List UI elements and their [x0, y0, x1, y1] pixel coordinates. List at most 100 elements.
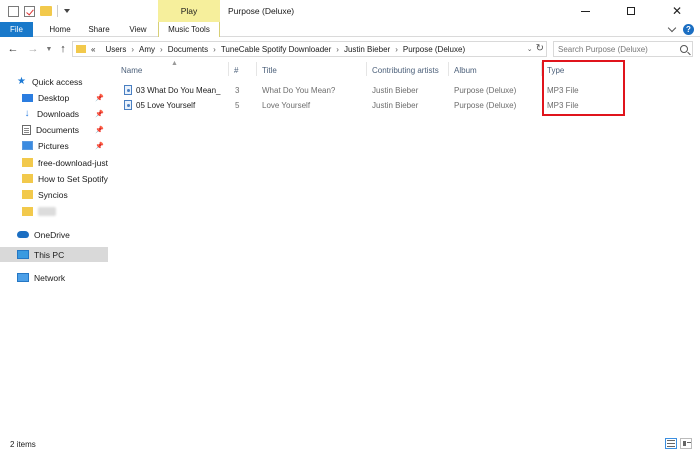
- close-button[interactable]: ✕: [654, 0, 700, 22]
- breadcrumb-tunecable[interactable]: TuneCable Spotify Downloader: [221, 45, 331, 54]
- play-contextual-tab[interactable]: Play: [158, 0, 220, 22]
- sidebar-item-this-pc[interactable]: This PC: [0, 247, 108, 262]
- column-header-number[interactable]: #: [234, 66, 238, 75]
- ribbon-tabs: File Home Share View Music Tools ?: [0, 22, 700, 37]
- breadcrumb-documents[interactable]: Documents: [168, 45, 208, 54]
- tab-view[interactable]: View: [124, 22, 152, 37]
- view-switcher: [665, 438, 692, 449]
- checkmark-icon[interactable]: [24, 5, 35, 17]
- up-arrow-icon[interactable]: ↑: [56, 41, 70, 57]
- column-divider[interactable]: [448, 62, 449, 76]
- new-folder-icon[interactable]: [40, 6, 52, 16]
- column-header-name[interactable]: Name: [121, 66, 142, 75]
- desktop-icon: [22, 93, 33, 102]
- pin-icon[interactable]: 📌: [95, 110, 104, 118]
- sidebar-item-documents[interactable]: Documents 📌: [22, 122, 108, 137]
- breadcrumb-separator: ›: [131, 44, 135, 54]
- close-icon: ✕: [671, 4, 683, 18]
- pin-icon[interactable]: 📌: [95, 142, 104, 150]
- column-header-album[interactable]: Album: [454, 66, 477, 75]
- window-title: Purpose (Deluxe): [228, 6, 295, 16]
- breadcrumb: « Users › Amy › Documents › TuneCable Sp…: [91, 45, 465, 54]
- title-bar: Play Purpose (Deluxe) ✕: [0, 0, 700, 22]
- folder-icon: [22, 174, 33, 183]
- search-input[interactable]: Search Purpose (Deluxe): [553, 41, 693, 57]
- back-arrow-icon[interactable]: ←: [6, 41, 20, 57]
- breadcrumb-users[interactable]: Users: [105, 45, 126, 54]
- sidebar-item-label: Downloads: [37, 108, 80, 119]
- sidebar-item-label: Desktop: [38, 92, 70, 103]
- table-row-name[interactable]: 05 Love Yourself: [124, 100, 195, 110]
- document-icon: [22, 124, 31, 135]
- sidebar-item-onedrive[interactable]: OneDrive: [17, 227, 108, 242]
- address-bar-controls: ⌄ ↻: [527, 43, 544, 54]
- address-history-chevron-icon[interactable]: ⌄: [527, 45, 533, 53]
- tab-home[interactable]: Home: [44, 22, 76, 37]
- breadcrumb-separator: ›: [160, 44, 163, 54]
- recent-locations-chevron-icon[interactable]: ▼: [42, 41, 56, 57]
- refresh-icon[interactable]: ↻: [536, 43, 544, 54]
- track-album: Purpose (Deluxe): [454, 101, 517, 110]
- sidebar-item-label: Network: [34, 272, 66, 283]
- blurred-folder-name: [38, 207, 56, 216]
- tab-share[interactable]: Share: [84, 22, 114, 37]
- help-icon[interactable]: ?: [683, 24, 694, 35]
- sidebar-item-label: free-download-just: [38, 157, 108, 168]
- forward-arrow-icon[interactable]: →: [26, 41, 40, 57]
- sidebar-item-label: Syncios: [38, 189, 68, 200]
- track-album: Purpose (Deluxe): [454, 86, 517, 95]
- pc-icon: [17, 250, 29, 259]
- breadcrumb-overflow[interactable]: «: [91, 45, 95, 54]
- customize-toolbar-chevron-icon[interactable]: [63, 7, 71, 15]
- details-view-icon[interactable]: [665, 438, 677, 449]
- expand-ribbon-chevron-icon[interactable]: [667, 23, 677, 33]
- minimize-button[interactable]: [562, 0, 608, 22]
- search-icon: [680, 45, 688, 53]
- navigation-bar: ← → ▼ ↑ « Users › Amy › Documents › Tune…: [0, 38, 700, 60]
- table-row-name[interactable]: 03 What Do You Mean_: [124, 85, 221, 95]
- toolbar-divider: [57, 5, 58, 17]
- sidebar-item-free-download[interactable]: free-download-just: [22, 155, 108, 170]
- search-placeholder: Search Purpose (Deluxe): [558, 44, 648, 54]
- tab-music-tools[interactable]: Music Tools: [158, 22, 220, 37]
- track-title: What Do You Mean?: [262, 86, 336, 95]
- download-icon: ↓: [24, 107, 30, 119]
- column-divider[interactable]: [366, 62, 367, 76]
- column-divider[interactable]: [228, 62, 229, 76]
- pin-icon[interactable]: 📌: [95, 94, 104, 102]
- breadcrumb-separator: ›: [213, 44, 216, 54]
- tab-file[interactable]: File: [0, 22, 33, 37]
- sidebar-item-pictures[interactable]: Pictures 📌: [22, 138, 108, 153]
- minimize-icon: [580, 10, 590, 12]
- column-header-contributing-artists[interactable]: Contributing artists: [372, 66, 439, 75]
- pin-icon[interactable]: 📌: [95, 126, 104, 134]
- sidebar-item-syncios[interactable]: Syncios: [22, 187, 108, 202]
- folder-icon: [76, 45, 86, 53]
- column-header-title[interactable]: Title: [262, 66, 277, 75]
- address-bar[interactable]: « Users › Amy › Documents › TuneCable Sp…: [72, 41, 547, 57]
- pictures-icon: [22, 141, 33, 150]
- item-count: 2 items: [10, 440, 36, 449]
- network-icon: [17, 273, 29, 282]
- column-divider[interactable]: [256, 62, 257, 76]
- breadcrumb-purpose-deluxe[interactable]: Purpose (Deluxe): [403, 45, 465, 54]
- sidebar-item-network[interactable]: Network: [17, 270, 108, 285]
- window-controls: ✕: [562, 0, 700, 22]
- breadcrumb-amy[interactable]: Amy: [139, 45, 155, 54]
- sidebar-item-how-to-set[interactable]: How to Set Spotify I: [22, 171, 108, 186]
- breadcrumb-justin-bieber[interactable]: Justin Bieber: [344, 45, 390, 54]
- sidebar-item-quick-access[interactable]: ★ Quick access: [17, 74, 125, 89]
- sidebar-item-label: Documents: [36, 124, 79, 135]
- sidebar-item-downloads[interactable]: ↓ Downloads 📌: [22, 106, 108, 121]
- sidebar-item-desktop[interactable]: Desktop 📌: [22, 90, 108, 105]
- quick-access-toolbar: [8, 5, 71, 17]
- sidebar-item-label: OneDrive: [34, 229, 70, 240]
- folder-icon: [22, 158, 33, 167]
- large-icons-view-icon[interactable]: [680, 438, 692, 449]
- sidebar-item-label: Pictures: [38, 140, 69, 151]
- onedrive-icon: [17, 231, 29, 238]
- maximize-button[interactable]: [608, 0, 654, 22]
- properties-icon[interactable]: [8, 5, 19, 17]
- navigation-pane: ★ Quick access Desktop 📌 ↓ Downloads 📌 D…: [0, 60, 110, 435]
- sidebar-item-blurred-folder[interactable]: [22, 204, 108, 219]
